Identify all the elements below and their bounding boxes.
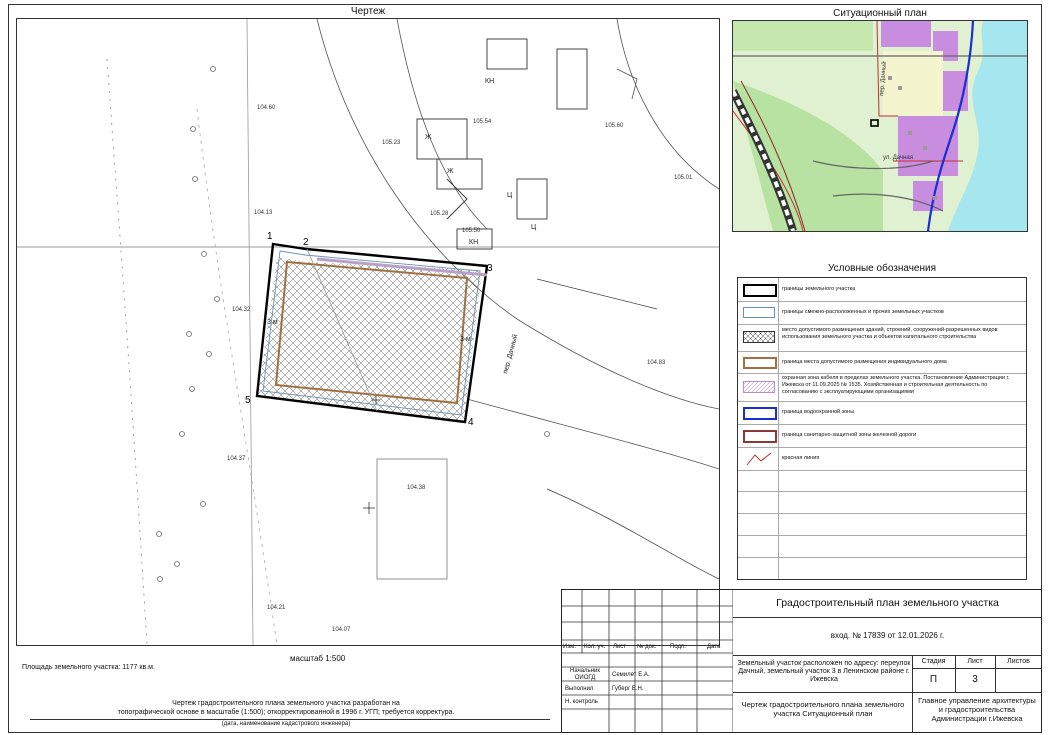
role-label: Н. контроль [565, 699, 598, 705]
elevation-label: 104.13 [254, 210, 273, 216]
stamp-address: Земельный участок расположен по адресу: … [737, 660, 911, 683]
area-label: Площадь земельного участка: 1177 кв.м. [22, 664, 155, 671]
house-boundary-swatch [743, 357, 777, 369]
cable-zone-swatch [743, 381, 775, 393]
col-header: № док. [637, 644, 657, 650]
col-header: Кол. уч. [584, 644, 606, 650]
incoming-number: вход. № 17839 от 12.01.2026 г. [830, 631, 945, 640]
legend-row-water: граница водоохранной зоны [738, 401, 1026, 425]
situation-map: пер. Дачный ул. Дачная [733, 21, 1027, 231]
building-label: КН [469, 239, 478, 246]
setback-label: 3 м [460, 336, 471, 343]
point-label: 5 [245, 395, 251, 406]
sheets-header: Листов [1007, 658, 1030, 665]
legend-text: границы смежно-расположенных и прочих зе… [782, 309, 944, 315]
stamp-grid [561, 589, 733, 733]
situation-street-label: ул. Дачная [883, 155, 913, 161]
role-label: Выполнил [565, 686, 594, 692]
stamp-divider [733, 692, 1042, 693]
legend-empty-rows [738, 470, 1026, 579]
legend-column-divider [778, 278, 779, 579]
elevation-label: 104.21 [267, 605, 286, 611]
legend-text: охранная зона кабеля в пределах земельно… [782, 375, 1010, 395]
legend-row-parcel: границы земельного участка [738, 278, 1026, 302]
legend-text: место допустимого размещения зданий, стр… [782, 327, 998, 340]
legend-row-red: красная линия [738, 447, 1026, 471]
scale-label: масштаб 1:500 [290, 654, 346, 663]
legend-text: границы земельного участка [782, 286, 856, 292]
point-label: 2 [303, 237, 309, 248]
col-header: Лист [613, 644, 627, 650]
drawing-title: Чертеж [350, 6, 386, 17]
sheet-title: Чертеж градостроительного плана земельно… [741, 700, 905, 718]
role-name: Губерг Е.Н. [612, 686, 644, 692]
col-header: Дата [707, 644, 721, 650]
stamp-main-title: Градостроительный план земельного участк… [776, 597, 999, 609]
building-label: КН [485, 78, 494, 85]
adjacent-boundary-swatch [743, 307, 775, 318]
col-header: Изм. [563, 644, 576, 650]
sheet-header: Лист [967, 658, 983, 665]
legend-text: граница водоохранной зоны [782, 409, 855, 415]
elevation-label: 104.60 [257, 105, 276, 111]
building-label: Ж [447, 168, 454, 175]
elevation-label: 105.50 [462, 228, 481, 234]
elevation-label: 105.23 [382, 140, 401, 146]
note-underline [30, 719, 550, 720]
parcel-boundary-swatch [743, 284, 777, 297]
elevation-label: 104.32 [232, 307, 251, 313]
building-area-swatch [743, 331, 775, 343]
point-label: 3 [487, 263, 493, 274]
drawing-canvas: 1 2 3 4 5 3 м 3 м пер. Дачный 104.60 105… [17, 19, 719, 645]
elevation-label: 105.28 [430, 211, 449, 217]
engineer-note: (дата, наименование кадастрового инженер… [221, 721, 351, 727]
water-zone-swatch [743, 407, 777, 420]
role-name: Семилет Е.А. [612, 672, 650, 678]
col-header: Подп. [670, 644, 686, 650]
point-label: 1 [267, 231, 273, 242]
stamp-divider [912, 655, 913, 733]
elevation-label: 104.38 [407, 485, 426, 491]
sheet-value: 3 [972, 674, 978, 685]
elevation-label: 104.07 [332, 627, 351, 633]
legend-row-building: место допустимого размещения зданий, стр… [738, 324, 1026, 352]
basis-note-2: топографической основе в масштабе (1:500… [117, 709, 455, 716]
legend-text: граница места допустимого размещения инд… [782, 359, 947, 365]
legend-row-house: граница места допустимого размещения инд… [738, 351, 1026, 374]
building-label: Ц [531, 224, 537, 231]
legend-text: красная линия [782, 455, 820, 461]
stage-header: Стадия [921, 658, 946, 665]
legend-text: граница санитарно-защитной зоны железной… [782, 432, 917, 438]
elevation-label: 104.83 [647, 360, 666, 366]
legend-row-adjacent: границы смежно-расположенных и прочих зе… [738, 301, 1026, 325]
stage-value: П [929, 674, 938, 685]
role-label: Начальник ОИОГД [570, 668, 600, 681]
elevation-label: 104.37 [227, 456, 246, 462]
legend-row-cable: охранная зона кабеля в пределах земельно… [738, 373, 1026, 402]
rail-zone-swatch [743, 430, 777, 443]
building-label: Ж [425, 134, 432, 141]
parcel-hatch [258, 257, 482, 421]
setback-label: 3 м [267, 319, 278, 326]
org-name: Главное управление архитектуры и градост… [918, 696, 1036, 723]
stamp-divider [733, 617, 1042, 618]
elevation-label: 105.54 [473, 119, 492, 125]
street-label: пер. Дачный [501, 333, 519, 374]
elevation-label: 105.01 [674, 175, 693, 181]
legend-title: Условные обозначения [827, 263, 937, 274]
situation-title: Ситуационный план [833, 8, 927, 19]
basis-note-1: Чертеж градостроительного плана земельно… [172, 700, 400, 707]
elevation-label: 105.60 [605, 123, 624, 129]
red-line-swatch [746, 452, 772, 466]
legend-table: границы земельного участка границы смежн… [737, 277, 1027, 580]
legend-row-rail: граница санитарно-защитной зоны железной… [738, 424, 1026, 448]
stamp-divider [912, 668, 1042, 669]
point-label: 4 [468, 417, 474, 428]
building-label: Ц [507, 192, 513, 199]
